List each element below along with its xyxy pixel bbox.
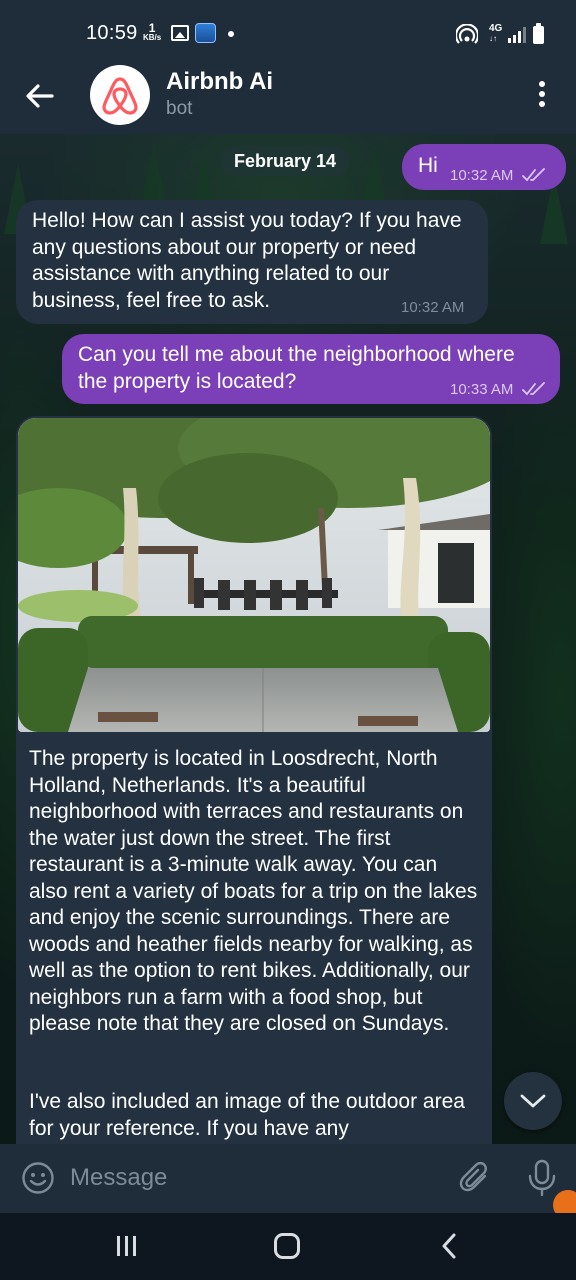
patio-garden-image: [18, 418, 490, 732]
message-input[interactable]: [70, 1160, 440, 1196]
message-text: I've also included an image of the outdo…: [29, 1090, 465, 1140]
more-options-icon[interactable]: [528, 78, 556, 114]
more-notifications-dot-icon: [228, 31, 234, 37]
emoji-icon[interactable]: [21, 1161, 55, 1195]
network-type-label: 4G ↓↑: [489, 23, 503, 44]
message-text: Hi: [418, 154, 438, 177]
microphone-icon[interactable]: [527, 1159, 557, 1197]
signal-strength-icon: [508, 27, 526, 43]
gallery-notification-icon: [171, 25, 189, 41]
chat-title[interactable]: Airbnb Ai: [166, 68, 273, 96]
battery-icon: [533, 23, 544, 44]
avatar[interactable]: [90, 65, 150, 125]
chat-subtitle: bot: [166, 98, 193, 119]
message-text: The property is located in Loosdrecht, N…: [29, 747, 478, 1035]
double-check-icon: [521, 382, 545, 396]
message-time: 10:32 AM: [401, 299, 465, 316]
message-input-bar: [0, 1144, 576, 1220]
chat-messages-area[interactable]: February 14 Hi 10:32 AM Hello! How can I…: [0, 134, 576, 1144]
message-time: 10:33 AM: [450, 381, 514, 398]
message-meta: 10:32 AM: [450, 167, 546, 184]
chevron-down-icon: [520, 1094, 546, 1108]
app-notification-icon: [195, 23, 216, 43]
scroll-to-bottom-button[interactable]: [504, 1072, 562, 1130]
attach-paperclip-icon[interactable]: [458, 1161, 492, 1195]
home-icon[interactable]: [274, 1233, 300, 1259]
message-time: 10:32 AM: [450, 167, 514, 184]
chat-header: Airbnb Ai bot: [0, 62, 576, 134]
outdoor-area-photo[interactable]: [18, 418, 490, 732]
hotspot-icon: [456, 24, 478, 44]
outgoing-message-bubble[interactable]: Hi 10:32 AM: [402, 144, 566, 190]
system-navigation-bar: [0, 1213, 576, 1280]
network-speed-indicator: 1 KB/s: [143, 21, 162, 42]
back-arrow-icon[interactable]: [22, 78, 58, 114]
status-bar: 10:59 1 KB/s 4G ↓↑: [0, 0, 576, 62]
airbnb-logo-icon: [102, 77, 138, 115]
recent-apps-icon[interactable]: [116, 1235, 138, 1257]
date-separator: February 14: [220, 146, 351, 176]
outgoing-message-bubble[interactable]: Can you tell me about the neighborhood w…: [62, 334, 560, 404]
double-check-icon: [521, 168, 545, 182]
status-time: 10:59: [86, 22, 138, 44]
incoming-message-bubble[interactable]: Hello! How can I assist you today? If yo…: [16, 200, 488, 324]
message-meta: 10:33 AM: [450, 381, 546, 398]
nav-back-icon[interactable]: [440, 1233, 458, 1259]
